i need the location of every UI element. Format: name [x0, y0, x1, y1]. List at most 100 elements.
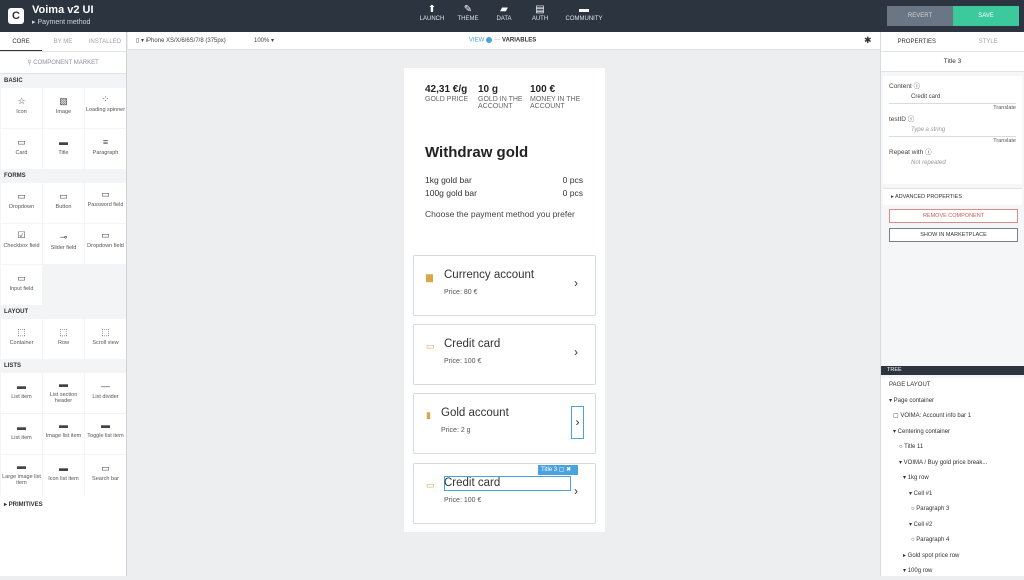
- chevron-right-icon: ›: [571, 406, 584, 439]
- component-tile[interactable]: ☑Checkbox field: [1, 224, 42, 264]
- tree-item[interactable]: PAGE LAYOUT: [881, 378, 1024, 394]
- tab-style[interactable]: STYLE: [953, 32, 1024, 51]
- toggle-knob: [486, 37, 492, 43]
- selected-component-name: Title 3: [881, 52, 1024, 72]
- payment-card-credit-selected[interactable]: ▭ Title 3 ▢ ✖ Credit card Price: 100 € ›: [413, 463, 596, 524]
- tab-properties[interactable]: PROPERTIES: [881, 32, 953, 51]
- app-logo-icon[interactable]: C: [8, 8, 24, 24]
- credit-card-icon: ▭: [426, 341, 435, 352]
- component-tile[interactable]: ▭Dropdown field: [85, 224, 126, 264]
- translate-link[interactable]: Translate: [889, 138, 1016, 144]
- nav-auth[interactable]: ▤AUTH: [522, 4, 558, 22]
- translate-link[interactable]: Translate: [889, 105, 1016, 111]
- component-tile[interactable]: ▬List section header: [43, 373, 84, 413]
- card-icon: ▭: [1, 137, 42, 150]
- component-tile[interactable]: ☆Icon: [1, 88, 42, 128]
- bug-icon[interactable]: ✱: [864, 35, 872, 46]
- slider-icon: ⊸: [43, 232, 84, 245]
- section-forms: FORMS: [0, 169, 126, 183]
- show-in-marketplace-button[interactable]: SHOW IN MARKETPLACE: [889, 228, 1018, 242]
- chevron-right-icon: ›: [574, 345, 578, 359]
- tree-item[interactable]: ▾ 1kg row: [881, 471, 1024, 487]
- theme-icon: ✎: [450, 4, 486, 16]
- image-list-icon: ▬: [43, 420, 84, 433]
- component-tile[interactable]: ▬Large image list item: [1, 455, 42, 495]
- repeat-field[interactable]: Not repeated: [889, 160, 1016, 170]
- payment-prompt[interactable]: Choose the payment method you prefer: [425, 208, 575, 221]
- tree-item[interactable]: ○ Title 11: [881, 440, 1024, 456]
- stat-money-in-account: 100 €MONEY IN THE ACCOUNT: [530, 84, 585, 110]
- component-tile[interactable]: ▬List item: [1, 373, 42, 413]
- payment-card-gold[interactable]: ▮ Gold account Price: 2 g ›: [413, 393, 596, 454]
- tab-by-me[interactable]: BY ME: [42, 32, 84, 51]
- tree-item[interactable]: ○ Paragraph 3: [881, 502, 1024, 518]
- tab-installed[interactable]: INSTALLED: [84, 32, 126, 51]
- tree-item[interactable]: ▾ Cell #1: [881, 487, 1024, 503]
- testid-field[interactable]: Type a string: [889, 127, 1016, 137]
- zoom-selector[interactable]: 100% ▾: [254, 37, 274, 44]
- nav-community[interactable]: ▬COMMUNITY: [558, 4, 610, 22]
- component-tile[interactable]: ▭Password field: [85, 183, 126, 223]
- gold-bar-row[interactable]: 0 pcs1kg gold bar: [425, 175, 583, 185]
- basic-grid: ☆Icon ▧Image ⁘Loading spinner ▭Card ▬Tit…: [0, 88, 126, 169]
- advanced-properties-toggle[interactable]: ▸ ADVANCED PROPERTIES: [883, 188, 1022, 205]
- top-bar: C Voima v2 UI ▸ Payment method ⬆LAUNCH ✎…: [0, 0, 1024, 32]
- star-icon: ☆: [1, 96, 42, 109]
- component-tile[interactable]: ⬚Container: [1, 319, 42, 359]
- nav-theme[interactable]: ✎THEME: [450, 4, 486, 22]
- tree-item[interactable]: ▾ Page container: [881, 394, 1024, 410]
- gold-bar-row[interactable]: 0 pcs100g gold bar: [425, 188, 583, 198]
- content-field[interactable]: Credit card: [889, 94, 1016, 104]
- search-bar-icon: ▭: [85, 463, 126, 476]
- remove-component-button[interactable]: REMOVE COMPONENT: [889, 209, 1018, 223]
- component-tabs: CORE BY ME INSTALLED: [0, 32, 126, 52]
- save-button[interactable]: SAVE: [953, 6, 1019, 26]
- component-tile[interactable]: —List divider: [85, 373, 126, 413]
- component-market-button[interactable]: ⚲ COMPONENT MARKET: [0, 52, 126, 74]
- tab-core[interactable]: CORE: [0, 32, 42, 51]
- row-icon: ⬚: [43, 327, 84, 340]
- phone-preview: 42,31 €/gGOLD PRICE 10 gGOLD IN THE ACCO…: [404, 68, 605, 532]
- component-tile[interactable]: ▬Image list item: [43, 414, 84, 454]
- component-tile[interactable]: ▭Input field: [1, 265, 42, 305]
- component-tile[interactable]: ▬Toggle list item: [85, 414, 126, 454]
- current-screen-selector[interactable]: ▸ Payment method: [32, 18, 90, 26]
- tree-item[interactable]: ○ Paragraph 4: [881, 533, 1024, 549]
- component-tile[interactable]: ▬List item: [1, 414, 42, 454]
- tree-item[interactable]: ▾ Cell #2: [881, 518, 1024, 534]
- selection-tag[interactable]: Title 3 ▢ ✖: [538, 465, 578, 475]
- tree-item[interactable]: ▢ VOIMA: Account info bar 1: [881, 409, 1024, 425]
- device-selector[interactable]: ▯ ▾ iPhone XS/X/6/6S/7/8 (375px): [136, 37, 226, 44]
- component-tile[interactable]: ⬚Row: [43, 319, 84, 359]
- section-lists: LISTS: [0, 359, 126, 373]
- component-tile[interactable]: ⁘Loading spinner: [85, 88, 126, 128]
- component-tile[interactable]: ≡Paragraph: [85, 129, 126, 169]
- component-tile[interactable]: ▭Button: [43, 183, 84, 223]
- revert-button[interactable]: REVERT: [887, 6, 953, 26]
- stat-gold-in-account: 10 gGOLD IN THE ACCOUNT: [478, 84, 526, 110]
- stat-gold-price: 42,31 €/gGOLD PRICE: [425, 84, 475, 103]
- tree-item[interactable]: ▾ Centering container: [881, 425, 1024, 441]
- tree-item[interactable]: ▾ 100g row: [881, 564, 1024, 580]
- component-tile[interactable]: ⊸Slider field: [43, 224, 84, 264]
- property-fields: Content ⓘ Credit card Translate testID ⓘ…: [883, 76, 1022, 184]
- component-tile[interactable]: ▧Image: [43, 88, 84, 128]
- page-title[interactable]: Withdraw gold: [425, 144, 528, 161]
- payment-card-credit[interactable]: ▭ Credit card Price: 100 € ›: [413, 324, 596, 385]
- component-tile[interactable]: ▬Title: [43, 129, 84, 169]
- view-variables-toggle[interactable]: VIEW— VARIABLES: [469, 37, 536, 44]
- component-tile[interactable]: ▭Search bar: [85, 455, 126, 495]
- primitives-section-toggle[interactable]: ▸ PRIMITIVES: [0, 495, 126, 514]
- nav-data[interactable]: ▰DATA: [486, 4, 522, 22]
- input-icon: ▭: [1, 273, 42, 286]
- tree-item[interactable]: ▸ Gold spot price row: [881, 549, 1024, 565]
- component-tile[interactable]: ▭Card: [1, 129, 42, 169]
- list-item-icon: ▬: [1, 422, 42, 435]
- component-tile[interactable]: ⬚Scroll view: [85, 319, 126, 359]
- component-tile[interactable]: ▬Icon list item: [43, 455, 84, 495]
- tree-item[interactable]: ▾ VOIMA / Buy gold price break...: [881, 456, 1024, 472]
- component-tile[interactable]: ▭Dropdown: [1, 183, 42, 223]
- list-item-icon: ▬: [1, 381, 42, 394]
- nav-launch[interactable]: ⬆LAUNCH: [414, 4, 450, 22]
- payment-card-currency[interactable]: ▆ Currency account Price: 80 € ›: [413, 255, 596, 316]
